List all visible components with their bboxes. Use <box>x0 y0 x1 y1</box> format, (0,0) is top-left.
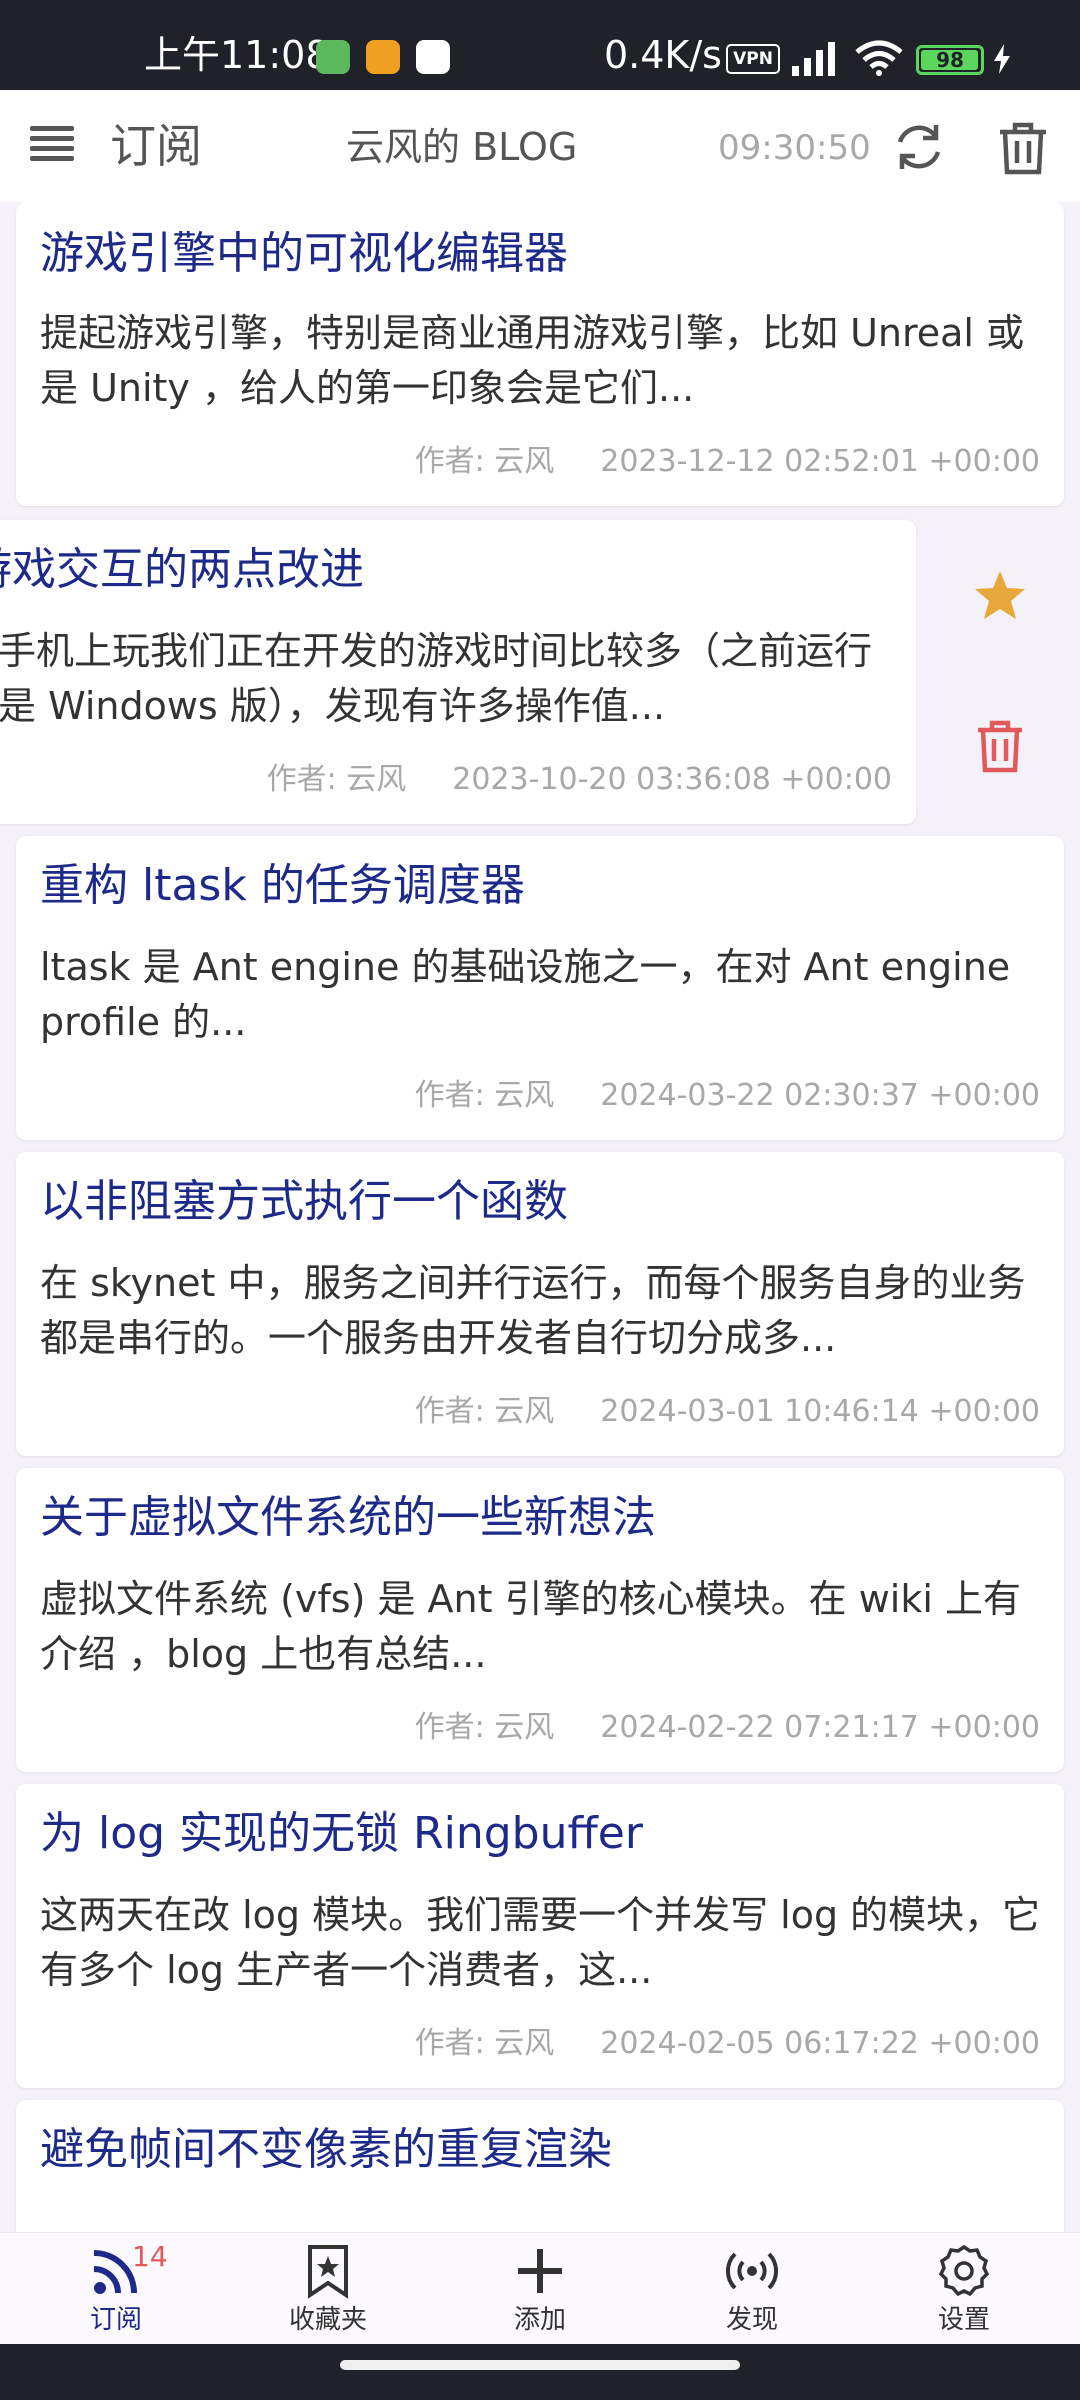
article-summary: 在手机上玩我们正在开发的游戏时间比较多（之前运行的是 Windows 版），发现… <box>0 629 873 728</box>
plus-icon <box>518 2249 562 2293</box>
nav-label: 设置 <box>937 2305 990 2335</box>
menu-icon[interactable] <box>30 126 74 166</box>
nav-settings[interactable]: 设置 <box>894 2243 1034 2343</box>
article-summary: 在 skynet 中，服务之间并行运行，而每个服务自身的业务都是串行的。一个服务… <box>40 1261 1026 1360</box>
article-meta: 作者: 云风 2024-02-22 07:21:17 +00:00 <box>415 1710 1040 1746</box>
article-author: 作者: 云风 <box>414 444 555 479</box>
home-indicator[interactable] <box>340 2360 740 2370</box>
vpn-badge: VPN <box>726 44 780 74</box>
status-time: 上午11:08 <box>144 33 330 77</box>
network-speed: 0.4K/s <box>604 33 722 77</box>
article-date: 2023-12-12 02:52:01 +00:00 <box>600 444 1040 479</box>
article-title: 游戏引擎中的可视化编辑器 <box>40 228 568 279</box>
article-title: 关于虚拟文件系统的一些新想法 <box>40 1492 656 1543</box>
page-title: 订阅 <box>110 119 202 173</box>
nav-label: 添加 <box>513 2305 566 2335</box>
article-title: 为 log 实现的无锁 Ringbuffer <box>40 1808 643 1859</box>
nav-subscriptions[interactable]: 14 订阅 <box>46 2240 186 2343</box>
article-meta: 作者: 云风 2023-10-20 03:36:08 +00:00 <box>267 762 892 798</box>
article-summary: 虚拟文件系统 (vfs) 是 Ant 引擎的核心模块。在 wiki 上有介绍 ，… <box>40 1577 1021 1676</box>
trash-icon[interactable] <box>996 120 1050 176</box>
star-icon[interactable] <box>972 568 1028 624</box>
article-meta: 作者: 云风 2023-12-12 02:52:01 +00:00 <box>415 444 1040 480</box>
delete-icon[interactable] <box>974 718 1026 774</box>
article-card[interactable]: 为 log 实现的无锁 Ringbuffer 这两天在改 log 模块。我们需要… <box>16 1784 1064 2088</box>
article-list[interactable]: 游戏引擎中的可视化编辑器 提起游戏引擎，特别是商业通用游戏引擎，比如 Unrea… <box>0 202 1080 2232</box>
article-author: 作者: 云风 <box>414 1394 555 1429</box>
bottom-nav: 14 订阅 收藏夹 添加 发现 设置 <box>0 2232 1080 2344</box>
nav-label: 订阅 <box>89 2305 142 2335</box>
article-title: 游戏交互的两点改进 <box>0 544 364 595</box>
article-date: 2024-03-01 10:46:14 +00:00 <box>600 1394 1040 1429</box>
battery-level: 98 <box>936 48 964 72</box>
signal-icon <box>792 42 835 76</box>
article-card[interactable]: 避免帧间不变像素的重复渲染 <box>16 2100 1064 2232</box>
notification-app-icon <box>416 40 450 74</box>
article-date: 2024-02-22 07:21:17 +00:00 <box>600 1710 1040 1745</box>
status-bar: 上午11:08 0.4K/s VPN 98 <box>0 0 1080 90</box>
battery-indicator: 98 <box>916 45 984 75</box>
article-title: 重构 ltask 的任务调度器 <box>40 860 525 911</box>
feed-name[interactable]: 云风的 BLOG <box>346 124 577 170</box>
article-card[interactable]: 以非阻塞方式执行一个函数 在 skynet 中，服务之间并行运行，而每个服务自身… <box>16 1152 1064 1456</box>
wifi-icon <box>855 40 903 76</box>
nav-add[interactable]: 添加 <box>470 2243 610 2343</box>
article-date: 2024-03-22 02:30:37 +00:00 <box>600 1078 1040 1113</box>
article-card-swiped[interactable]: 游戏交互的两点改进 在手机上玩我们正在开发的游戏时间比较多（之前运行的是 Win… <box>0 520 916 824</box>
article-meta: 作者: 云风 2024-03-22 02:30:37 +00:00 <box>415 1078 1040 1114</box>
charging-icon <box>994 44 1010 74</box>
article-author: 作者: 云风 <box>414 1710 555 1745</box>
refresh-icon[interactable] <box>892 120 946 174</box>
article-author: 作者: 云风 <box>266 762 407 797</box>
article-meta: 作者: 云风 2024-03-01 10:46:14 +00:00 <box>415 1394 1040 1430</box>
unread-count-badge: 14 <box>132 2240 168 2273</box>
article-card[interactable]: 重构 ltask 的任务调度器 ltask 是 Ant engine 的基础设施… <box>16 836 1064 1140</box>
article-summary: 这两天在改 log 模块。我们需要一个并发写 log 的模块，它有多个 log … <box>40 1893 1041 1992</box>
article-date: 2023-10-20 03:36:08 +00:00 <box>452 762 892 797</box>
nav-discover[interactable]: 发现 <box>682 2243 822 2343</box>
article-card[interactable]: 关于虚拟文件系统的一些新想法 虚拟文件系统 (vfs) 是 Ant 引擎的核心模… <box>16 1468 1064 1772</box>
nav-label: 收藏夹 <box>288 2305 367 2335</box>
nav-favorites[interactable]: 收藏夹 <box>258 2243 398 2343</box>
system-navigation-bar <box>0 2344 1080 2400</box>
last-updated-time: 09:30:50 <box>718 128 871 168</box>
article-title: 以非阻塞方式执行一个函数 <box>40 1176 568 1227</box>
notification-app-icon <box>366 40 400 74</box>
article-author: 作者: 云风 <box>414 1078 555 1113</box>
nav-label: 发现 <box>725 2305 778 2335</box>
app-bar: 订阅 云风的 BLOG 09:30:50 <box>0 90 1080 202</box>
article-title: 避免帧间不变像素的重复渲染 <box>40 2124 612 2175</box>
article-meta: 作者: 云风 2024-02-05 06:17:22 +00:00 <box>415 2026 1040 2062</box>
article-summary: ltask 是 Ant engine 的基础设施之一，在对 Ant engine… <box>40 945 1011 1044</box>
notification-app-icon <box>316 40 350 74</box>
broadcast-icon <box>726 2252 778 2290</box>
gear-icon <box>938 2244 990 2297</box>
bookmark-icon <box>308 2245 348 2299</box>
article-author: 作者: 云风 <box>414 2026 555 2061</box>
article-card[interactable]: 游戏引擎中的可视化编辑器 提起游戏引擎，特别是商业通用游戏引擎，比如 Unrea… <box>16 202 1064 506</box>
article-date: 2024-02-05 06:17:22 +00:00 <box>600 2026 1040 2061</box>
article-summary: 提起游戏引擎，特别是商业通用游戏引擎，比如 Unreal 或是 Unity ，给… <box>40 311 1025 410</box>
